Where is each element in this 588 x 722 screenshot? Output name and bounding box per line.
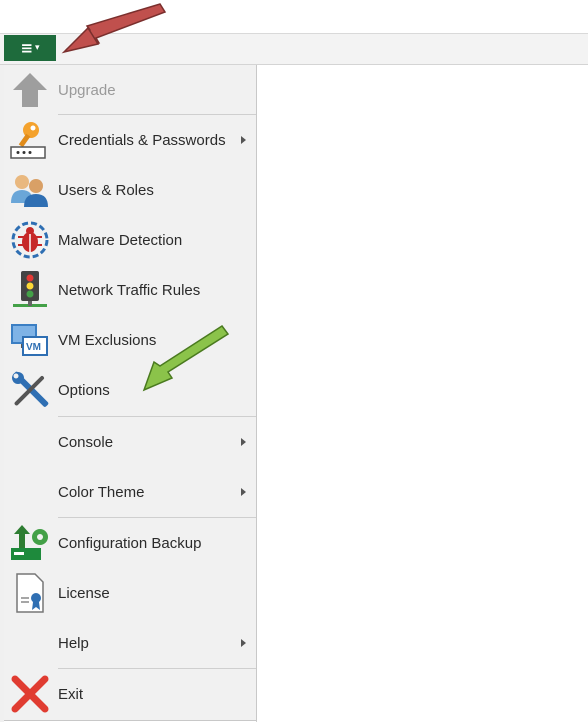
menu-item-upgrade[interactable]: Upgrade — [4, 67, 256, 113]
menu-item-users-roles[interactable]: Users & Roles — [4, 167, 256, 213]
menu-item-help[interactable]: Help — [4, 620, 256, 666]
exit-icon — [8, 672, 52, 716]
menu-item-label: Exit — [58, 685, 84, 703]
menu-item-label: Help — [58, 634, 89, 652]
config-backup-icon — [8, 521, 52, 565]
menu-item-label: Options — [58, 381, 110, 399]
up-arrow-icon — [8, 68, 52, 112]
bug-icon — [8, 218, 52, 262]
menu-divider — [58, 517, 256, 518]
key-icon — [8, 118, 52, 162]
users-icon — [8, 168, 52, 212]
menu-divider — [58, 416, 256, 417]
traffic-light-icon — [8, 268, 52, 312]
menu-divider — [58, 668, 256, 669]
menu-item-label: License — [58, 584, 110, 602]
submenu-arrow-icon — [241, 639, 246, 647]
menu-divider — [58, 114, 256, 115]
menu-item-malware-detection[interactable]: Malware Detection — [4, 217, 256, 263]
menu-item-license[interactable]: License — [4, 570, 256, 616]
hamburger-icon: ≡ — [20, 39, 34, 57]
menu-item-label: Network Traffic Rules — [58, 281, 201, 299]
menu-item-console[interactable]: Console — [4, 419, 256, 465]
menu-item-label: Color Theme — [58, 483, 145, 501]
menu-item-label: Malware Detection — [58, 231, 183, 249]
tools-icon — [8, 368, 52, 412]
red-annotation-arrow — [61, 3, 167, 54]
main-menu-button[interactable]: ≡ ▾ — [4, 35, 56, 61]
menu-item-label: Console — [58, 433, 114, 451]
menu-item-label: Users & Roles — [58, 181, 154, 199]
menu-item-color-theme[interactable]: Color Theme — [4, 469, 256, 515]
submenu-arrow-icon — [241, 488, 246, 496]
menu-item-exit[interactable]: Exit — [4, 671, 256, 717]
chevron-down-icon: ▾ — [35, 43, 40, 53]
submenu-arrow-icon — [241, 438, 246, 446]
main-content-area — [256, 65, 588, 722]
license-icon — [8, 571, 52, 615]
vm-icon: VM — [8, 318, 52, 362]
menu-item-label: Configuration Backup — [58, 534, 202, 552]
menu-item-label: Upgrade — [58, 81, 116, 99]
green-annotation-arrow — [142, 324, 230, 392]
menu-item-label: Credentials & Passwords — [58, 131, 226, 149]
menu-item-network-traffic-rules[interactable]: Network Traffic Rules — [4, 267, 256, 313]
submenu-arrow-icon — [241, 136, 246, 144]
menu-item-credentials[interactable]: Credentials & Passwords — [4, 117, 256, 163]
svg-text:VM: VM — [26, 342, 41, 353]
menu-item-configuration-backup[interactable]: Configuration Backup — [4, 520, 256, 566]
